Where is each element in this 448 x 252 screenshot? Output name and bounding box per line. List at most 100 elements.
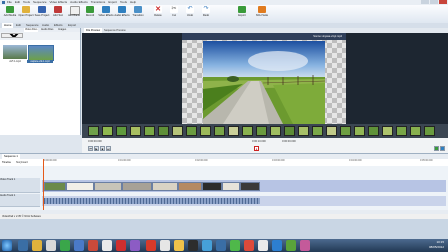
taskbar-app-icon[interactable]: [60, 240, 70, 251]
taskbar-app-icon[interactable]: [202, 240, 212, 251]
video-clip[interactable]: [66, 182, 94, 191]
start-button[interactable]: [2, 240, 12, 251]
skip-end-button[interactable]: ⏭: [106, 146, 111, 151]
taskbar-app-icon[interactable]: [188, 240, 198, 251]
export-button[interactable]: Export: [236, 6, 248, 22]
tab-storyboard[interactable]: Storyboard: [14, 159, 30, 166]
delete-button[interactable]: ✕ Delete: [152, 6, 164, 22]
video-clip[interactable]: [222, 182, 240, 191]
desktop-background: [0, 219, 448, 239]
film-frame[interactable]: [312, 126, 323, 136]
video-clip[interactable]: [240, 182, 260, 191]
close-button[interactable]: [439, 0, 447, 4]
tab-timeline[interactable]: Timeline: [0, 159, 13, 166]
add-blank-button[interactable]: Add Blank: [68, 6, 80, 22]
film-frame[interactable]: [116, 126, 127, 136]
film-frame[interactable]: [242, 126, 253, 136]
taskbar-media-icon[interactable]: [46, 240, 56, 251]
taskbar-app-icon[interactable]: [130, 240, 140, 251]
video-track-header[interactable]: Video Track 1: [0, 178, 40, 193]
video-clip[interactable]: [202, 182, 222, 191]
record-toggle-button[interactable]: ●: [254, 146, 259, 151]
timeline-playhead[interactable]: [43, 159, 44, 210]
transition-button[interactable]: Transition: [132, 6, 144, 22]
film-frame[interactable]: [424, 126, 435, 136]
film-frame[interactable]: [158, 126, 169, 136]
video-effects-button[interactable]: Video Effects: [98, 6, 114, 22]
record-button[interactable]: Record: [84, 6, 96, 22]
taskbar-videopad-icon[interactable]: [258, 240, 268, 251]
audio-effects-button[interactable]: Audio Effects: [114, 6, 130, 22]
film-frame[interactable]: [354, 126, 365, 136]
add-media-button[interactable]: Add Media: [4, 6, 16, 22]
taskbar-app-icon[interactable]: [300, 240, 310, 251]
scissors-icon: ✂: [170, 6, 178, 13]
nch-suite-button[interactable]: NCH Suite: [256, 6, 268, 22]
taskbar-app-icon[interactable]: [160, 240, 170, 251]
film-frame[interactable]: [368, 126, 379, 136]
split-screen-icon[interactable]: [434, 146, 439, 151]
audio-waveform[interactable]: [44, 198, 260, 204]
film-frame[interactable]: [256, 126, 267, 136]
fullscreen-icon[interactable]: [440, 146, 445, 151]
film-frame[interactable]: [340, 126, 351, 136]
media-label-1: vid*-1.mp4: [9, 60, 21, 63]
video-clip[interactable]: [178, 182, 202, 191]
film-frame[interactable]: [228, 126, 239, 136]
film-frame[interactable]: [172, 126, 183, 136]
redo-button[interactable]: ↷ Redo: [200, 6, 212, 22]
taskbar-app-icon[interactable]: [88, 240, 98, 251]
film-frame[interactable]: [326, 126, 337, 136]
taskbar-app-icon[interactable]: [216, 240, 226, 251]
taskbar-app-icon[interactable]: [116, 240, 126, 251]
film-frame[interactable]: [396, 126, 407, 136]
open-project-button[interactable]: Open Project: [18, 6, 34, 22]
cut-button[interactable]: ✂ Cut: [168, 6, 180, 22]
preview-canvas[interactable]: Sonne vinyasa vinyl.mp4: [182, 33, 346, 124]
video-clip[interactable]: [152, 182, 178, 191]
add-text-button[interactable]: Add Text: [52, 6, 64, 22]
audio-track-header[interactable]: Audio Track 1: [0, 194, 40, 207]
film-frame[interactable]: [130, 126, 141, 136]
taskbar-pdf-icon[interactable]: [146, 240, 156, 251]
taskbar-app-icon[interactable]: [230, 240, 240, 251]
film-frame[interactable]: [410, 126, 421, 136]
timeline-ruler[interactable]: Timeline Storyboard 0:00:00.000 0:01:00.…: [0, 159, 448, 166]
save-project-button[interactable]: Save Project: [35, 6, 49, 22]
taskbar-app-icon[interactable]: [74, 240, 84, 251]
taskbar-app-icon[interactable]: [174, 240, 184, 251]
film-frame[interactable]: [88, 126, 99, 136]
film-frame[interactable]: [200, 126, 211, 136]
video-clip[interactable]: [44, 182, 66, 191]
skip-start-button[interactable]: ⏮: [88, 146, 93, 151]
film-frame[interactable]: [214, 126, 225, 136]
film-frame[interactable]: [298, 126, 309, 136]
undo-button[interactable]: ↶ Undo: [184, 6, 196, 22]
film-frame[interactable]: [144, 126, 155, 136]
playback-controls: 0:00:00.000 0:00:10.000 0:00:00.000 ⏮ ▶ …: [82, 138, 448, 153]
film-frame[interactable]: [102, 126, 113, 136]
add-media-icon: [6, 6, 14, 13]
taskbar-app-icon[interactable]: [102, 240, 112, 251]
film-frame[interactable]: [382, 126, 393, 136]
maximize-button[interactable]: [430, 0, 438, 4]
film-frame[interactable]: [270, 126, 281, 136]
film-frame[interactable]: [284, 126, 295, 136]
play-button[interactable]: ▶: [94, 146, 99, 151]
taskbar-explorer-icon[interactable]: [32, 240, 42, 251]
media-thumb-2[interactable]: [28, 45, 54, 61]
taskbar-app-icon[interactable]: [286, 240, 296, 251]
taskbar-clock[interactable]: 10:15 08/05/2012: [420, 240, 444, 251]
video-clip[interactable]: [122, 182, 152, 191]
media-thumb-1[interactable]: [3, 45, 27, 59]
video-clip[interactable]: [94, 182, 122, 191]
minimize-button[interactable]: [421, 0, 429, 4]
ruler-tick: 0:02:00.000: [195, 159, 208, 162]
film-frame[interactable]: [186, 126, 197, 136]
sequence-select[interactable]: Sequence 1: [1, 33, 23, 38]
stop-button[interactable]: ■: [100, 146, 105, 151]
taskbar-app-icon[interactable]: [244, 240, 254, 251]
taskbar-ie-icon[interactable]: [18, 240, 28, 251]
taskbar-app-icon[interactable]: [272, 240, 282, 251]
ruler-tick: 0:05:00.000: [420, 159, 433, 162]
